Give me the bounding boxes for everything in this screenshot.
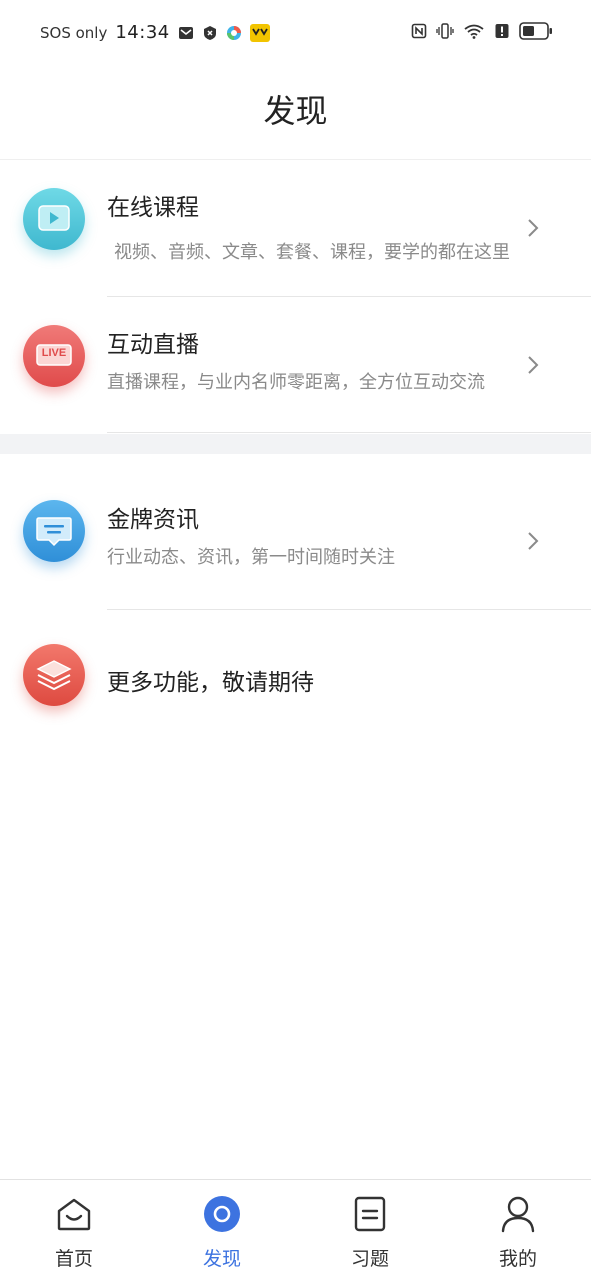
status-right (411, 22, 553, 40)
home-icon (57, 1198, 91, 1231)
exercise-icon (354, 1196, 386, 1232)
tab-profile[interactable]: 我的 (444, 1180, 591, 1280)
chevron-right-icon (528, 356, 539, 374)
bottom-tab-bar: 首页 发现 习题 我的 (0, 1179, 591, 1280)
battery-icon (519, 22, 552, 40)
app-notification-icon (226, 25, 241, 40)
item-description: 视频、音频、文章、套餐、课程，要学的都在这里 (114, 242, 510, 263)
live-badge: LIVE (41, 347, 67, 359)
sos-indicator: SOS only (40, 23, 108, 42)
section-separator (0, 434, 591, 454)
vibrate-icon (436, 23, 454, 39)
item-title: 金牌资讯 (107, 507, 199, 533)
list-item-news[interactable]: 金牌资讯 行业动态、资讯，第一时间随时关注 (0, 454, 591, 609)
item-description: 直播课程，与业内名师零距离，全方位互动交流 (107, 372, 485, 393)
list-item-live[interactable]: LIVE 互动直播 直播课程，与业内名师零距离，全方位互动交流 (0, 297, 591, 433)
wifi-icon (464, 24, 484, 39)
mail-icon (178, 26, 193, 39)
status-bar: SOS only 14:34 (0, 0, 591, 66)
tab-discover[interactable]: 发现 (148, 1180, 296, 1280)
tab-exercise[interactable]: 习题 (296, 1180, 444, 1280)
clock: 14:34 (115, 22, 170, 43)
item-description: 行业动态、资讯，第一时间随时关注 (107, 547, 395, 568)
nfc-icon (411, 23, 427, 39)
live-icon: LIVE (23, 325, 85, 387)
message-icon (23, 500, 85, 562)
status-left: SOS only 14:34 (40, 22, 270, 43)
item-title: 更多功能，敬请期待 (107, 670, 314, 696)
list-item-more: 更多功能，敬请期待 (0, 610, 591, 746)
layers-icon (23, 644, 85, 706)
page-title: 发现 (263, 92, 328, 130)
tab-label: 我的 (498, 1248, 537, 1270)
tab-label: 发现 (202, 1248, 241, 1270)
header: 发现 (0, 66, 591, 160)
item-title: 互动直播 (107, 332, 199, 358)
divider (107, 432, 591, 433)
profile-icon (501, 1196, 535, 1233)
item-title: 在线课程 (107, 195, 199, 221)
tab-label: 首页 (54, 1248, 93, 1270)
chevron-right-icon (528, 532, 539, 550)
tab-home[interactable]: 首页 (0, 1180, 148, 1280)
alert-icon (495, 24, 509, 38)
discover-icon (204, 1196, 240, 1232)
list-item-online-courses[interactable]: 在线课程 视频、音频、文章、套餐、课程，要学的都在这里 (0, 160, 591, 297)
app-badge-icon (249, 23, 270, 42)
video-play-icon (23, 188, 85, 250)
shield-icon (203, 25, 216, 40)
chevron-right-icon (528, 219, 539, 237)
tab-label: 习题 (350, 1248, 389, 1270)
